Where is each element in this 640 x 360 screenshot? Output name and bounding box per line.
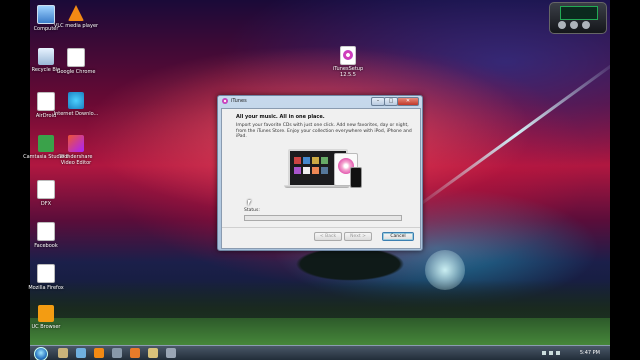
- cancel-button[interactable]: Cancel: [382, 232, 414, 241]
- desktop-icon-dfx[interactable]: DFX: [23, 180, 69, 207]
- media-icon[interactable]: [76, 348, 86, 358]
- minimize-button[interactable]: –: [371, 97, 385, 106]
- devices-illustration: [284, 147, 364, 195]
- camtasia-icon: [38, 135, 54, 152]
- dfx-icon: [37, 180, 55, 199]
- album-cover: [303, 157, 310, 164]
- system-tray: 5:47 PM: [540, 346, 610, 360]
- album-cover: [294, 167, 301, 174]
- taskbar: 5:47 PM: [30, 345, 610, 360]
- divider: [222, 227, 420, 228]
- desktop-icon-firefox[interactable]: Mozilla Firefox: [23, 264, 69, 291]
- start-button[interactable]: [34, 347, 48, 360]
- desktop-icon-facebook[interactable]: Facebook: [23, 222, 69, 249]
- dialog-heading: All your music. All in one place.: [236, 114, 325, 120]
- desktop-icon-uc-browser[interactable]: UC Browser: [23, 305, 69, 330]
- recycle-bin-icon: [38, 48, 54, 65]
- light-beam: [410, 57, 610, 213]
- desktop-icon-label: Facebook: [34, 243, 58, 249]
- title-bar[interactable]: iTunes – □ ✕: [218, 96, 422, 107]
- letterbox-right: [610, 0, 640, 345]
- mouse-cursor-icon: [248, 200, 251, 206]
- desktop-icon-vlc[interactable]: VLC media player: [53, 5, 99, 29]
- volume-icon[interactable]: [556, 351, 560, 355]
- wondershare-icon: [68, 135, 84, 152]
- window-title: iTunes: [231, 98, 247, 104]
- flag-icon[interactable]: [542, 351, 546, 355]
- itunes-icon: [222, 98, 228, 104]
- globe-icon: [68, 92, 84, 109]
- close-button[interactable]: ✕: [397, 97, 419, 106]
- gadget-display: [560, 6, 598, 20]
- desktop-icon-label: iTunesSetup 12.5.5: [332, 66, 364, 78]
- maximize-button[interactable]: □: [384, 97, 398, 106]
- grass-field: [30, 318, 610, 345]
- status-label: Status:: [244, 208, 260, 213]
- desktop-icon-label: Internet Downlo...: [53, 111, 99, 117]
- desktop-icon-label: Wondershare Video Editor: [59, 154, 93, 166]
- network-icon[interactable]: [549, 351, 553, 355]
- desktop-icon-chrome[interactable]: Google Chrome: [53, 48, 99, 75]
- install-progress-bar: [244, 215, 402, 221]
- firefox-icon[interactable]: [130, 348, 140, 358]
- desktop-icon-label: Mozilla Firefox: [28, 285, 64, 291]
- facebook-icon: [37, 222, 55, 241]
- play-icon[interactable]: [570, 21, 578, 29]
- installer-file-icon: [340, 46, 356, 65]
- itunes-note-icon: [343, 50, 353, 60]
- monitor-icon[interactable]: [112, 348, 122, 358]
- album-cover: [321, 157, 328, 164]
- next-button[interactable]: Next >: [344, 232, 372, 241]
- settings-icon[interactable]: [166, 348, 176, 358]
- folder-icon[interactable]: [148, 348, 158, 358]
- desktop-icon-label: DFX: [40, 201, 52, 207]
- album-cover: [321, 167, 328, 174]
- desktop-icon-wondershare[interactable]: Wondershare Video Editor: [53, 135, 99, 166]
- desktop-icon-label: UC Browser: [31, 324, 61, 330]
- screen: Computer VLC media player Recycle Bin Go…: [0, 0, 640, 360]
- desktop-icon-label: VLC media player: [53, 23, 99, 29]
- media-player-gadget[interactable]: [549, 2, 607, 34]
- album-cover: [312, 167, 319, 174]
- album-cover: [312, 157, 319, 164]
- firefox-icon: [37, 264, 55, 283]
- iphone-device: [350, 167, 362, 188]
- desktop-icon-internet-download[interactable]: Internet Downlo...: [53, 92, 99, 117]
- back-button[interactable]: < Back: [314, 232, 342, 241]
- desktop-icon-itunes-setup[interactable]: iTunesSetup 12.5.5: [330, 46, 366, 78]
- itunes-installer-window[interactable]: iTunes – □ ✕ All your music. All in one …: [217, 95, 423, 251]
- dialog-body-text: Import your favorite CDs with just one c…: [236, 123, 412, 139]
- dialog-content: All your music. All in one place. Import…: [221, 108, 421, 249]
- clock[interactable]: 5:47 PM: [580, 350, 600, 356]
- vlc-icon: [68, 5, 84, 21]
- chrome-icon: [67, 48, 85, 67]
- desktop-icon-label: Google Chrome: [56, 69, 96, 75]
- uc-browser-icon: [38, 305, 54, 322]
- explorer-icon[interactable]: [58, 348, 68, 358]
- album-cover: [303, 167, 310, 174]
- vlc-icon[interactable]: [94, 348, 104, 358]
- prev-icon[interactable]: [558, 21, 566, 29]
- light-glow: [425, 250, 465, 290]
- album-cover: [294, 157, 301, 164]
- next-icon[interactable]: [582, 21, 590, 29]
